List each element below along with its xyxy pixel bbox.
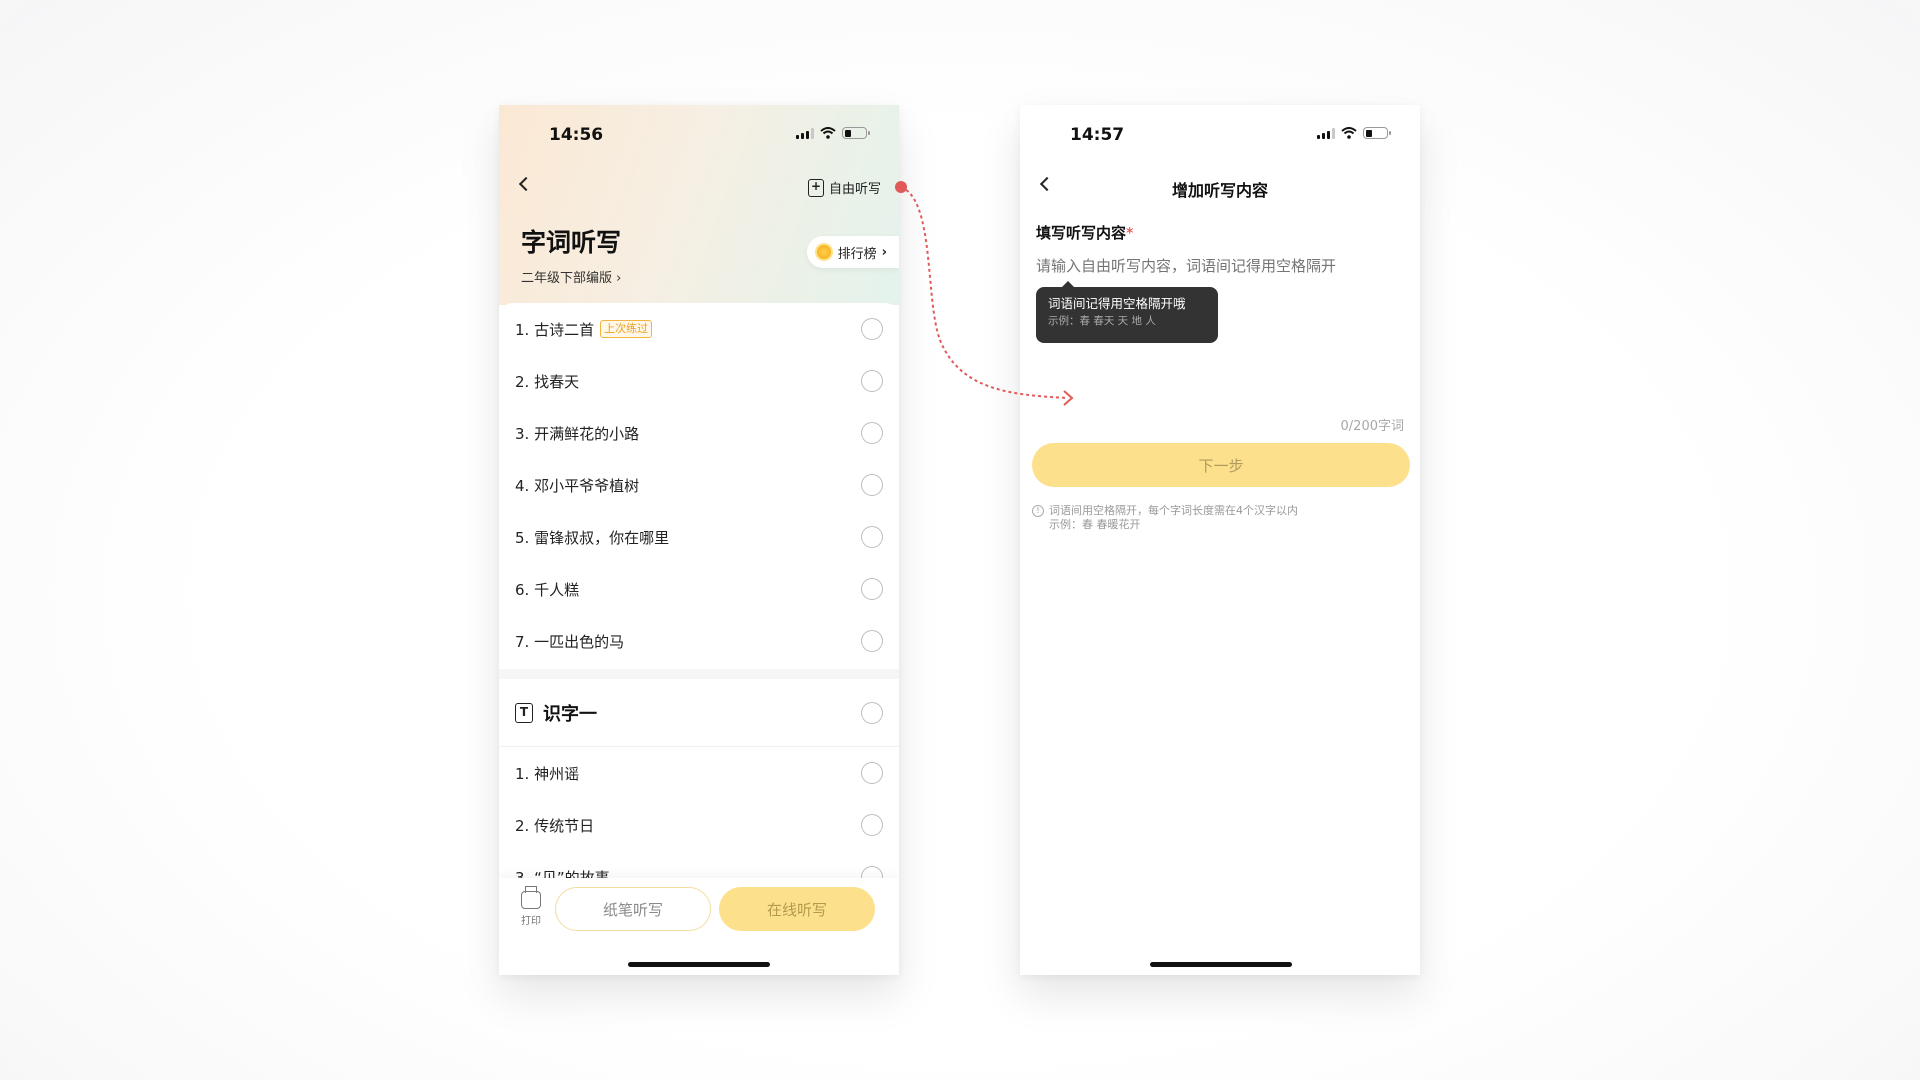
status-icons [1317, 127, 1391, 139]
wifi-icon [820, 127, 836, 139]
flow-connector [895, 181, 1074, 406]
next-step-button[interactable]: 下一步 [1032, 443, 1410, 487]
battery-icon [842, 127, 870, 139]
hint-example: 示例：春 春暖花开 [1049, 518, 1141, 531]
list-item[interactable]: 2. 传统节日 [499, 799, 899, 851]
t-box-icon: T [515, 702, 533, 723]
status-time: 14:57 [1070, 125, 1125, 145]
printer-icon [521, 886, 541, 909]
lesson-list: 1. 古诗二首 上次练过 2. 找春天 3. 开满鲜花的小路 4. 邓小平爷爷植… [499, 303, 899, 669]
hint-line: 词语间用空格隔开，每个字词长度需在4个汉字以内 [1049, 504, 1298, 517]
document-plus-icon: + [807, 178, 824, 197]
list-item[interactable]: 1. 古诗二首 上次练过 [499, 303, 899, 355]
grade-label: 二年级下部编版 [521, 271, 613, 286]
field-label-text: 填写听写内容 [1036, 224, 1127, 242]
lesson-label: 1. 古诗二首 [515, 320, 595, 339]
list-item[interactable]: 7. 一匹出色的马 [499, 615, 899, 667]
grade-selector[interactable]: 二年级下部编版 › [521, 267, 621, 286]
status-bar: 14:56 [499, 105, 899, 159]
select-radio[interactable] [861, 526, 883, 548]
lesson-label: 2. 找春天 [515, 372, 580, 391]
page-title: 增加听写内容 [1171, 181, 1268, 200]
print-label: 打印 [521, 916, 541, 927]
list-item[interactable]: 4. 邓小平爷爷植树 [499, 459, 899, 511]
lesson-label: 7. 一匹出色的马 [515, 632, 625, 651]
select-radio[interactable] [861, 578, 883, 600]
print-button[interactable]: 打印 [515, 886, 547, 927]
paper-dictation-button[interactable]: 纸笔听写 [555, 887, 711, 931]
section-title: 识字一 [543, 703, 597, 725]
list-item[interactable]: 2. 找春天 [499, 355, 899, 407]
phone-dictation-list: 14:56 + 自由听写 字词听写 二年级下部编版 › 排行榜 › 1. 古诗二… [499, 105, 899, 975]
last-practiced-tag: 上次练过 [600, 320, 653, 338]
page-title: 字词听写 [521, 228, 622, 257]
tooltip-example-text: 示例：春 春天 天 地 人 [1048, 315, 1156, 327]
info-icon: ! [1032, 505, 1044, 517]
online-dictation-button[interactable]: 在线听写 [719, 887, 875, 931]
free-dictation-button[interactable]: + 自由听写 [807, 178, 881, 197]
phone-add-content: 14:57 增加听写内容 填写听写内容* 词语间记得用空格隔开哦 示例：春 春天 [1020, 105, 1420, 975]
list-item[interactable]: 3. 开满鲜花的小路 [499, 407, 899, 459]
content-field-label: 填写听写内容* [1036, 222, 1134, 243]
signal-icon [1317, 127, 1335, 139]
chevron-right-icon: › [616, 271, 622, 286]
required-mark: * [1126, 224, 1134, 242]
dictation-content-input[interactable] [1036, 257, 1406, 275]
section-header[interactable]: T 识字一 [499, 679, 899, 747]
artboard: 14:56 + 自由听写 字词听写 二年级下部编版 › 排行榜 › 1. 古诗二… [0, 0, 1920, 1080]
leaderboard-button[interactable]: 排行榜 › [806, 236, 899, 268]
select-radio[interactable] [861, 370, 883, 392]
select-radio[interactable] [861, 422, 883, 444]
medal-icon [814, 243, 833, 261]
home-indicator [1150, 962, 1292, 967]
leaderboard-label: 排行榜 [837, 246, 877, 262]
select-radio[interactable] [861, 762, 883, 784]
chevron-right-icon: › [881, 244, 887, 260]
tooltip-main-text: 词语间记得用空格隔开哦 [1048, 296, 1186, 311]
lesson-label: 5. 雷锋叔叔，你在哪里 [515, 528, 670, 547]
section-divider [499, 669, 899, 679]
status-bar: 14:57 [1020, 105, 1420, 159]
wifi-icon [1341, 127, 1357, 139]
lesson-label: 4. 邓小平爷爷植树 [515, 476, 640, 495]
bottom-action-bar: 打印 纸笔听写 在线听写 [499, 878, 899, 940]
lesson-label: 3. 开满鲜花的小路 [515, 424, 640, 443]
word-counter: 0/200字词 [1340, 419, 1404, 434]
lesson-label: 1. 神州谣 [515, 764, 580, 783]
list-item[interactable]: 1. 神州谣 [499, 747, 899, 799]
select-radio[interactable] [861, 630, 883, 652]
lesson-label: 2. 传统节日 [515, 816, 595, 835]
select-radio[interactable] [861, 814, 883, 836]
select-radio[interactable] [861, 318, 883, 340]
status-icons [796, 127, 870, 139]
free-dictation-label: 自由听写 [828, 182, 881, 197]
select-radio[interactable] [861, 474, 883, 496]
lesson-label: 6. 千人糕 [515, 580, 580, 599]
input-hint: ! 词语间用空格隔开，每个字词长度需在4个汉字以内 示例：春 春暖花开 [1032, 504, 1298, 532]
battery-icon [1363, 127, 1391, 139]
list-item[interactable]: 5. 雷锋叔叔，你在哪里 [499, 511, 899, 563]
input-tooltip: 词语间记得用空格隔开哦 示例：春 春天 天 地 人 [1036, 281, 1218, 343]
home-indicator [628, 962, 770, 967]
signal-icon [796, 127, 814, 139]
select-radio[interactable] [861, 702, 883, 724]
list-item[interactable]: 6. 千人糕 [499, 563, 899, 615]
status-time: 14:56 [549, 125, 604, 145]
